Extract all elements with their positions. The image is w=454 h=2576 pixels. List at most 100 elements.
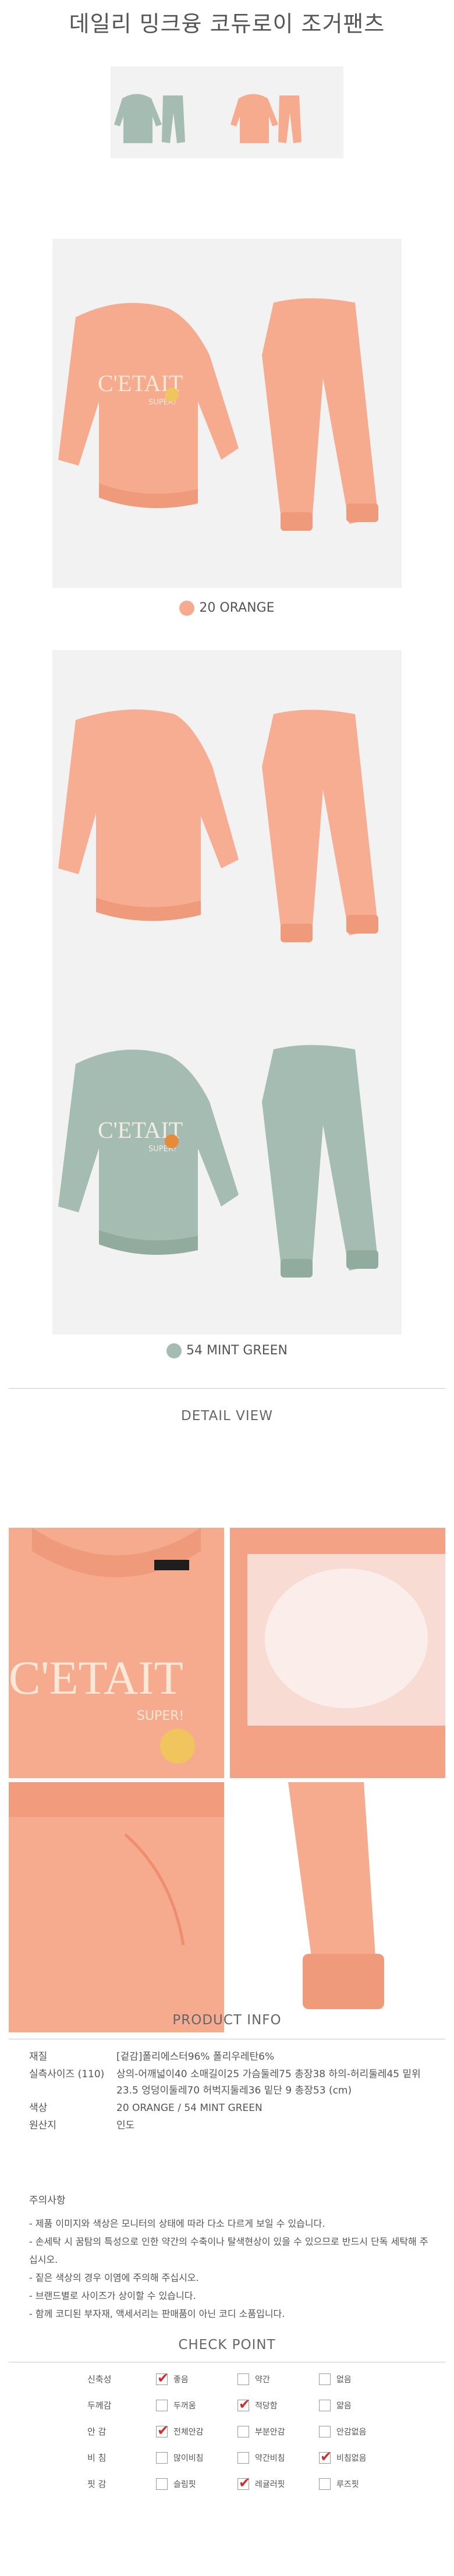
check-point-option: 슬림핏 — [156, 2478, 237, 2490]
check-point-table: 신축성 좋음 약간 없음두께감 두꺼움 적당함 얇음안 감 전체안감 부분안감 안감없음비 침 많이… — [87, 2366, 402, 2497]
care-note-item: - 함께 코디된 부자재, 액세서리는 판매품이 아닌 코디 소품입니다. — [29, 2308, 285, 2319]
check-point-option-label: 전체안감 — [173, 2427, 204, 2437]
product-photo-mint-front: C'ETAIT SUPER! — [52, 985, 402, 1335]
check-point-option-label: 적당함 — [255, 2401, 278, 2411]
detail-print-sub: SUPER! — [137, 1709, 184, 1723]
product-title: 데일리 밍크융 코듀로이 조거팬츠 — [69, 11, 385, 37]
thumb-orange-set — [230, 94, 302, 143]
checkbox-empty-icon — [237, 2373, 249, 2385]
sweatshirt-orange-back — [58, 709, 239, 921]
info-value: 20 ORANGE / 54 MINT GREEN — [116, 2102, 263, 2114]
info-row-size: 실측사이즈 (110) 상의-어깨넓이40 소매길이25 가슴둘레75 총장38… — [29, 2066, 425, 2099]
check-point-option-label: 비침없음 — [336, 2453, 367, 2463]
check-point-option-label: 레귤러핏 — [255, 2479, 285, 2489]
check-point-option: 많이비침 — [156, 2451, 237, 2464]
product-photo-orange-front: C'ETAIT SUPER! — [52, 239, 402, 588]
product-info-table: 재질 [겉감]폴리에스터96% 폴리우레탄6% 실측사이즈 (110) 상의-어… — [29, 2049, 425, 2135]
info-label: 색상 — [29, 2102, 48, 2114]
checkbox-checked-icon — [237, 2475, 250, 2491]
check-point-option-label: 슬림핏 — [173, 2479, 196, 2489]
pants-mint — [262, 1045, 378, 1278]
check-point-row: 안 감 전체안감 부분안감 안감없음 — [87, 2418, 402, 2444]
info-value: 인도 — [116, 2120, 135, 2131]
swatch-orange: 20 ORANGE — [0, 601, 454, 616]
check-point-option: 레귤러핏 — [237, 2475, 319, 2491]
detail-cuff — [230, 1782, 445, 2032]
check-point-option: 적당함 — [237, 2396, 319, 2412]
checkbox-checked-icon — [156, 2422, 169, 2439]
thumb-mint-set — [114, 94, 185, 143]
info-row-material: 재질 [겉감]폴리에스터96% 폴리우레탄6% — [29, 2049, 425, 2065]
care-notes-title: 주의사항 — [29, 2195, 66, 2206]
check-point-option-label: 두꺼움 — [173, 2401, 196, 2411]
check-point-option-label: 약간비침 — [255, 2453, 285, 2463]
check-point-row: 비 침 많이비침 약간비침 비침없음 — [87, 2444, 402, 2471]
check-point-option: 전체안감 — [156, 2422, 237, 2439]
care-note-item: - 짙은 색상의 경우 이염에 주의해 주십시오. — [29, 2272, 199, 2283]
pants-orange-back — [262, 709, 378, 942]
care-notes: 주의사항 - 제품 이미지와 색상은 모니터의 상태에 따라 다소 다르게 보일… — [29, 2192, 431, 2323]
swatch-mint: 54 MINT GREEN — [0, 1343, 454, 1358]
swatch-orange-dot — [179, 601, 195, 616]
checkbox-empty-icon — [319, 2425, 331, 2437]
check-point-option-label: 많이비침 — [173, 2453, 204, 2463]
checkbox-empty-icon — [319, 2399, 331, 2411]
info-label: 재질 — [29, 2051, 48, 2063]
check-point-option-label: 루즈핏 — [336, 2479, 359, 2489]
detail-print-text: C'ETAIT — [9, 1651, 183, 1704]
checkbox-checked-icon — [156, 2370, 169, 2386]
check-point-option-label: 안감없음 — [336, 2427, 367, 2437]
care-note-item: - 브랜드별로 사이즈가 상이할 수 있습니다. — [29, 2290, 196, 2301]
checkbox-empty-icon — [156, 2399, 168, 2411]
sweatshirt-orange: C'ETAIT SUPER! — [58, 303, 239, 508]
detail-view-title: DETAIL VIEW — [181, 1408, 273, 1424]
checkbox-empty-icon — [156, 2478, 168, 2490]
check-point-label: 신축성 — [87, 2374, 112, 2385]
care-note-item: - 제품 이미지와 색상은 모니터의 상태에 따라 다소 다르게 보일 수 있습… — [29, 2218, 325, 2229]
info-value: 상의-어깨넓이40 소매길이25 가슴둘레75 총장38 하의-허리둘레45 밑… — [116, 2068, 421, 2096]
checkbox-empty-icon — [319, 2373, 331, 2385]
info-row-color: 색상 20 ORANGE / 54 MINT GREEN — [29, 2100, 425, 2116]
detail-neckline-print: C'ETAIT SUPER! — [9, 1528, 224, 1778]
check-point-option: 약간 — [237, 2373, 319, 2385]
swatch-orange-label: 20 ORANGE — [199, 601, 275, 615]
check-point-option: 비침없음 — [319, 2449, 400, 2465]
info-row-origin: 원산지 인도 — [29, 2117, 425, 2134]
check-point-label: 안 감 — [87, 2426, 107, 2437]
info-label: 실측사이즈 (110) — [29, 2068, 105, 2080]
check-point-title: CHECK POINT — [178, 2337, 276, 2353]
check-point-label: 두께감 — [87, 2400, 112, 2411]
swatch-mint-label: 54 MINT GREEN — [186, 1343, 288, 1358]
check-point-option-label: 얇음 — [336, 2401, 352, 2411]
product-photo-orange-back — [52, 650, 402, 999]
care-note-item: - 손세탁 시 꿈탐의 특성으로 인한 약간의 수축이나 탈색현상이 있을 수 … — [29, 2236, 428, 2265]
checkbox-empty-icon — [156, 2451, 168, 2464]
check-point-row: 두께감 두꺼움 적당함 얇음 — [87, 2392, 402, 2418]
check-point-option: 두꺼움 — [156, 2399, 237, 2411]
check-point-option-label: 부분안감 — [255, 2427, 285, 2437]
check-point-option: 약간비침 — [237, 2451, 319, 2464]
color-thumbnail-image — [111, 66, 343, 158]
check-point-option-label: 약간 — [255, 2375, 270, 2385]
check-point-label: 핏 감 — [87, 2479, 107, 2489]
check-point-option: 좋음 — [156, 2370, 237, 2386]
detail-waistband — [9, 1782, 224, 2032]
checkbox-checked-icon — [319, 2449, 332, 2465]
check-point-option: 부분안감 — [237, 2425, 319, 2437]
checkbox-checked-icon — [237, 2396, 250, 2412]
check-point-option: 루즈핏 — [319, 2478, 400, 2490]
checkbox-empty-icon — [319, 2478, 331, 2490]
swatch-mint-dot — [166, 1343, 182, 1358]
check-point-option: 얇음 — [319, 2399, 400, 2411]
check-point-option-label: 없음 — [336, 2375, 352, 2385]
check-point-row: 신축성 좋음 약간 없음 — [87, 2366, 402, 2392]
check-point-row: 핏 감 슬림핏 레귤러핏 루즈핏 — [87, 2471, 402, 2497]
info-value: [겉감]폴리에스터96% 폴리우레탄6% — [116, 2051, 275, 2063]
checkbox-empty-icon — [237, 2425, 249, 2437]
info-label: 원산지 — [29, 2120, 56, 2131]
sweatshirt-mint: C'ETAIT SUPER! — [58, 1049, 239, 1255]
product-info-title: PRODUCT INFO — [172, 2013, 282, 2028]
checkbox-empty-icon — [237, 2451, 249, 2464]
check-point-option: 없음 — [319, 2373, 400, 2385]
check-point-label: 비 침 — [87, 2453, 107, 2463]
